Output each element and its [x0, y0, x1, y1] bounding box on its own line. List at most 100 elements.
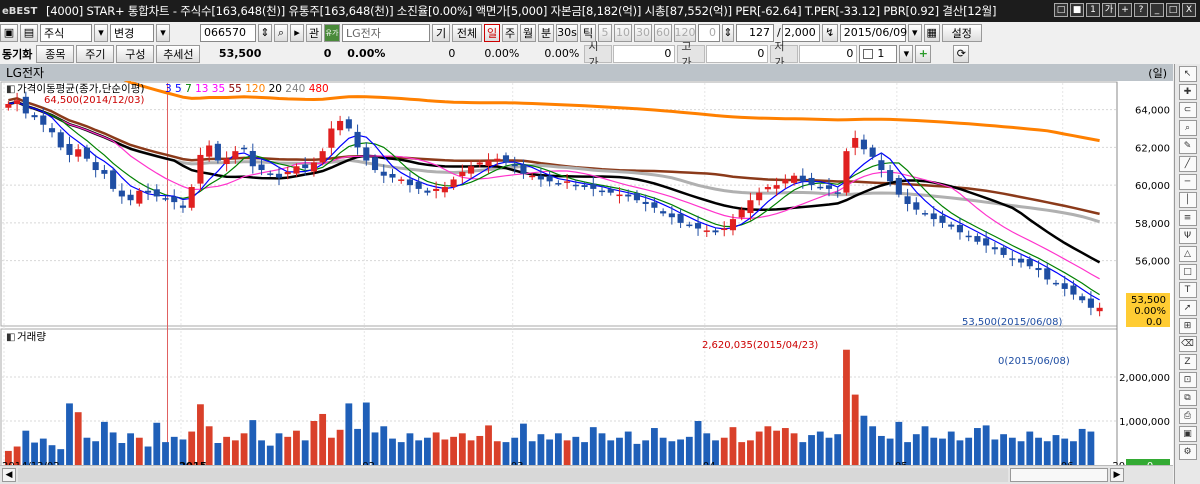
- volume-bar: [214, 443, 222, 465]
- volume-bar: [493, 441, 501, 465]
- scroll-track[interactable]: [18, 468, 1008, 482]
- view-count-input[interactable]: 127: [736, 23, 774, 42]
- compose-button[interactable]: 구성: [116, 44, 155, 63]
- market-select[interactable]: 주식: [40, 23, 92, 42]
- window-btn-5[interactable]: ?: [1134, 3, 1148, 17]
- gi-button[interactable]: 기: [432, 23, 450, 42]
- candle-body: [729, 219, 737, 231]
- font-tool-icon[interactable]: Z: [1178, 354, 1197, 370]
- save-tool-icon[interactable]: ▣: [1178, 426, 1197, 442]
- chevron-down-icon[interactable]: ▾: [156, 23, 170, 42]
- candle-body: [965, 235, 972, 238]
- volume-bar: [650, 428, 658, 465]
- settings-tool-icon[interactable]: ⚙: [1178, 444, 1197, 460]
- candle-body: [712, 230, 719, 233]
- auto-scroll-icon[interactable]: ↯: [821, 23, 838, 42]
- stock-code-input[interactable]: 066570: [200, 23, 256, 42]
- text-tool-icon[interactable]: T: [1178, 282, 1197, 298]
- cursor-tool-icon[interactable]: ↖: [1178, 66, 1197, 82]
- zoom-tool-icon[interactable]: ⌕: [1178, 120, 1197, 136]
- panel-icon[interactable]: ▣: [0, 23, 18, 42]
- search-icon[interactable]: ⌕: [274, 23, 288, 42]
- scroll-thumb[interactable]: [1010, 468, 1108, 482]
- gwan-button[interactable]: 관: [306, 23, 322, 42]
- maximize-button[interactable]: □: [1166, 3, 1180, 17]
- trendline-tool-icon[interactable]: ╱: [1178, 156, 1197, 172]
- layout-icon[interactable]: ▤: [20, 23, 38, 42]
- period-week-tab[interactable]: 주: [502, 23, 518, 42]
- volume-bar: [22, 430, 30, 465]
- volume-bar: [66, 403, 73, 465]
- volume-bar: [1000, 434, 1008, 465]
- copy-tool-icon[interactable]: ⧉: [1178, 390, 1197, 406]
- change-select[interactable]: 변경: [110, 23, 154, 42]
- calendar-icon[interactable]: ▦: [923, 23, 940, 42]
- ruler-tool-icon[interactable]: ⊞: [1178, 318, 1197, 334]
- fibonacci-tool-icon[interactable]: Ψ: [1178, 228, 1197, 244]
- spin-icon[interactable]: ⇕: [722, 23, 734, 42]
- minute-30-button[interactable]: 30: [634, 23, 652, 42]
- minimize-button[interactable]: _: [1150, 3, 1164, 17]
- period-minute-tab[interactable]: 분: [538, 23, 554, 42]
- triangle-tool-icon[interactable]: △: [1178, 246, 1197, 262]
- hline-tool-icon[interactable]: ─: [1178, 174, 1197, 190]
- arrow-tool-icon[interactable]: ➚: [1178, 300, 1197, 316]
- volume-bar: [581, 442, 588, 465]
- refresh-icon[interactable]: ⟳: [953, 44, 970, 63]
- volume-bar: [1035, 437, 1042, 465]
- candle-body: [1087, 298, 1094, 308]
- candle-body: [31, 115, 38, 118]
- window-btn-1[interactable]: ■: [1070, 3, 1084, 17]
- crosshair-tool-icon[interactable]: ✚: [1178, 84, 1197, 100]
- window-btn-4[interactable]: +: [1118, 3, 1132, 17]
- window-btn-0[interactable]: □: [1054, 3, 1068, 17]
- print-tool-icon[interactable]: ⎙: [1178, 408, 1197, 424]
- chevron-down-icon[interactable]: ▾: [907, 23, 922, 42]
- period-button[interactable]: 주기: [76, 44, 115, 63]
- candle-body: [956, 224, 964, 233]
- chevron-down-icon[interactable]: ▾: [94, 23, 108, 42]
- window-btn-2[interactable]: 1: [1086, 3, 1100, 17]
- channel-tool-icon[interactable]: ≡: [1178, 210, 1197, 226]
- period-30s-tab[interactable]: 30s: [556, 23, 578, 42]
- trendline-button[interactable]: 추세선: [156, 44, 201, 63]
- volume-bar: [843, 349, 850, 465]
- pencil-tool-icon[interactable]: ✎: [1178, 138, 1197, 154]
- line-count-select[interactable]: 1: [859, 44, 898, 63]
- eraser-tool-icon[interactable]: ⌫: [1178, 336, 1197, 352]
- chart-svg[interactable]: 56,000 58,000 60,000 62,000 64,000 1,000,000 2…: [0, 32, 1173, 473]
- scroll-right-button[interactable]: ▶: [1110, 468, 1124, 482]
- settings-button[interactable]: 설정: [941, 23, 982, 42]
- candle-body: [895, 177, 902, 195]
- candle-body: [424, 190, 431, 193]
- updown-icon[interactable]: ⇕: [258, 23, 272, 42]
- all-button[interactable]: 전체: [452, 23, 482, 42]
- chevron-down-icon[interactable]: ▾: [899, 44, 914, 63]
- lock-tool-icon[interactable]: ⊡: [1178, 372, 1197, 388]
- horizontal-scrollbar[interactable]: ◀ ▶: [0, 465, 1173, 484]
- magnet-tool-icon[interactable]: ⊂: [1178, 102, 1197, 118]
- vline-tool-icon[interactable]: │: [1178, 192, 1197, 208]
- current-price-badge-price: 53,500: [1131, 295, 1166, 306]
- candle-body: [214, 143, 221, 161]
- candle-body: [703, 230, 710, 232]
- minute-10-button[interactable]: 10: [614, 23, 632, 42]
- ma-legend-item: 35: [212, 83, 229, 95]
- date-input[interactable]: 2015/06/09: [839, 23, 907, 42]
- scroll-left-button[interactable]: ◀: [2, 468, 16, 482]
- period-month-tab[interactable]: 월: [520, 23, 536, 42]
- rectangle-tool-icon[interactable]: □: [1178, 264, 1197, 280]
- close-button[interactable]: X: [1182, 3, 1196, 17]
- minute-60-button[interactable]: 60: [654, 23, 672, 42]
- stock-button[interactable]: 종목: [36, 44, 75, 63]
- volume-bar: [249, 420, 257, 465]
- add-icon[interactable]: +: [915, 44, 932, 63]
- candle-body: [660, 211, 667, 214]
- period-day-tab[interactable]: 일: [484, 23, 500, 42]
- play-icon[interactable]: ▸: [290, 23, 304, 42]
- candle-body: [625, 194, 632, 197]
- window-btn-3[interactable]: 가: [1102, 3, 1116, 17]
- volume-bar: [380, 426, 388, 465]
- chart-area[interactable]: 56,000 58,000 60,000 62,000 64,000 1,000,000 2…: [0, 32, 1173, 473]
- volume-bar: [589, 427, 597, 465]
